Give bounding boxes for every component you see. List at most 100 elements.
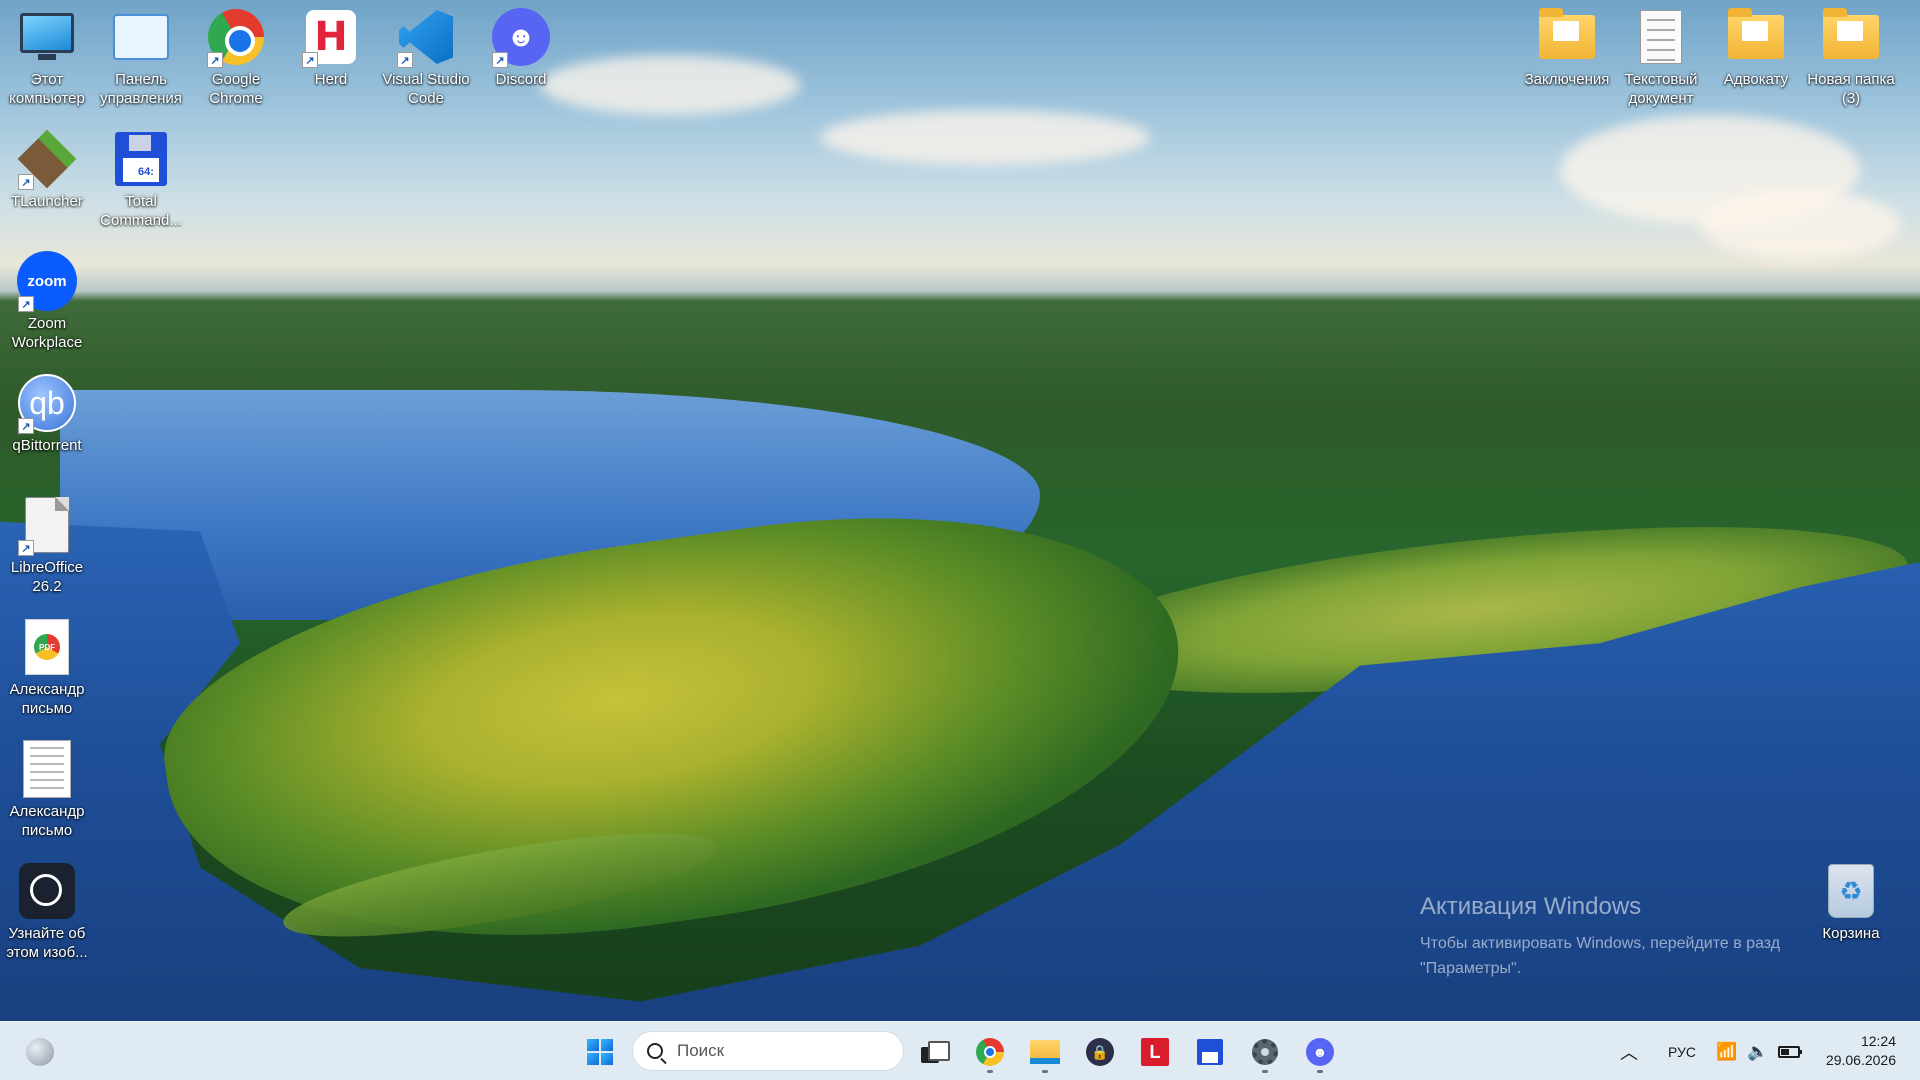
folder-icon — [1536, 6, 1598, 68]
shortcut-arrow-icon: ↗ — [18, 296, 34, 312]
desktop-icon-label: Visual Studio Code — [382, 71, 470, 107]
clock-date: 29.06.2026 — [1825, 1052, 1896, 1068]
desktop-icon-discord[interactable]: ☻ ↗ Discord — [474, 6, 568, 89]
desktop-icon-zoom[interactable]: zoom ↗ Zoom Workplace — [0, 250, 94, 352]
document-file-icon — [16, 738, 78, 800]
desktop-icon-label: Панель управления — [100, 71, 182, 107]
floppy-label: 64: — [138, 166, 154, 178]
file-explorer-icon — [1030, 1040, 1060, 1064]
desktop-icon-learn-about-picture[interactable]: Узнайте об этом изоб... — [0, 860, 94, 962]
desktop-icon-label: Discord — [495, 71, 547, 88]
tlauncher-icon: ↗ — [16, 128, 78, 190]
zoom-icon: zoom ↗ — [16, 250, 78, 312]
desktop-icon-label: Google Chrome — [209, 71, 263, 107]
libreoffice-icon: ↗ — [16, 494, 78, 556]
input-language-indicator[interactable]: РУС — [1668, 1022, 1696, 1080]
learn-about-picture-icon — [16, 860, 78, 922]
chevron-up-icon: ︿ — [1620, 1042, 1638, 1063]
control-panel-icon — [110, 6, 172, 68]
desktop-icon-vscode[interactable]: ↗ Visual Studio Code — [379, 6, 473, 108]
taskbar-chrome[interactable] — [968, 1030, 1012, 1074]
wallpaper-cloud — [540, 55, 800, 115]
desktop-icon-label: Александр письмо — [9, 681, 85, 717]
desktop[interactable]: Этот компьютер Панель управления ↗ Googl… — [0, 0, 1920, 1021]
taskbar-total-commander[interactable] — [1188, 1030, 1232, 1074]
desktop-icon-label: TLauncher — [11, 193, 83, 210]
desktop-icon-tlauncher[interactable]: ↗ TLauncher — [0, 128, 94, 211]
gear-icon — [1252, 1039, 1278, 1065]
desktop-icon-folder-lawyer[interactable]: Адвокату — [1709, 6, 1803, 89]
herd-icon: H ↗ — [300, 6, 362, 68]
desktop-icon-chrome[interactable]: ↗ Google Chrome — [189, 6, 283, 108]
windows-logo-icon — [587, 1039, 613, 1065]
taskbar-file-explorer[interactable] — [1023, 1030, 1067, 1074]
desktop-icon-herd[interactable]: H ↗ Herd — [284, 6, 378, 89]
chrome-icon — [976, 1038, 1004, 1066]
vscode-icon: ↗ — [395, 6, 457, 68]
taskbar: Поиск 🔒 L ☻ ︿ РУС 📶 🔈 12:24 29.06.2026 — [0, 1021, 1920, 1080]
desktop-icon-label: qBittorrent — [12, 437, 82, 454]
wifi-icon: 📶 — [1716, 1041, 1738, 1061]
desktop-icon-new-folder-3[interactable]: Новая папка (3) — [1804, 6, 1898, 108]
desktop-icon-label: Zoom Workplace — [11, 315, 83, 351]
volume-icon: 🔈 — [1747, 1041, 1769, 1061]
discord-icon: ☻ — [1306, 1038, 1334, 1066]
desktop-icon-control-panel[interactable]: Панель управления — [94, 6, 188, 108]
running-indicator — [1262, 1070, 1268, 1073]
running-indicator — [987, 1070, 993, 1073]
folder-icon — [1725, 6, 1787, 68]
desktop-icon-label: Текстовый документ — [1624, 71, 1698, 107]
running-indicator — [1317, 1070, 1323, 1073]
activation-line-2: "Параметры". — [1420, 960, 1522, 977]
system-tray-status[interactable]: 📶 🔈 — [1716, 1022, 1803, 1080]
desktop-icon-total-commander[interactable]: 64: Total Command... — [94, 128, 188, 230]
chrome-icon: ↗ — [205, 6, 267, 68]
taskbar-clock[interactable]: 12:24 29.06.2026 — [1826, 1032, 1896, 1070]
task-view-icon — [921, 1041, 950, 1063]
floppy-disk-icon — [1197, 1039, 1223, 1065]
start-button[interactable] — [578, 1030, 622, 1074]
desktop-icon-label: Herd — [314, 71, 348, 88]
taskbar-settings[interactable] — [1243, 1030, 1287, 1074]
desktop-icon-this-pc[interactable]: Этот компьютер — [0, 6, 94, 108]
desktop-icon-label: Александр письмо — [9, 803, 85, 839]
language-label: РУС — [1668, 1043, 1697, 1060]
desktop-icon-letter-pdf[interactable]: PDF Александр письмо — [0, 616, 94, 718]
l-app-icon: L — [1141, 1038, 1169, 1066]
lock-icon: 🔒 — [1086, 1038, 1114, 1066]
folder-icon — [1820, 6, 1882, 68]
desktop-icon-label: Total Command... — [100, 193, 182, 229]
taskbar-task-view[interactable] — [912, 1030, 956, 1074]
desktop-icon-folder-conclusions[interactable]: Заключения — [1520, 6, 1614, 89]
clock-time: 12:24 — [1860, 1033, 1896, 1049]
shortcut-arrow-icon: ↗ — [18, 540, 34, 556]
total-commander-icon: 64: — [110, 128, 172, 190]
desktop-icon-label: Адвокату — [1723, 71, 1789, 88]
desktop-icon-text-document[interactable]: Текстовый документ — [1614, 6, 1708, 108]
pdf-file-icon: PDF — [16, 616, 78, 678]
shortcut-arrow-icon: ↗ — [18, 418, 34, 434]
desktop-icon-qbittorrent[interactable]: qb ↗ qBittorrent — [0, 372, 94, 455]
widgets-weather-icon[interactable] — [26, 1038, 54, 1066]
battery-icon — [1778, 1045, 1803, 1058]
desktop-icon-letter-doc[interactable]: Александр письмо — [0, 738, 94, 840]
desktop-icon-label: Этот компьютер — [9, 71, 85, 107]
shortcut-arrow-icon: ↗ — [18, 174, 34, 190]
desktop-icon-libreoffice[interactable]: ↗ LibreOffice 26.2 — [0, 494, 94, 596]
activation-watermark: Активация Windows Чтобы активировать Win… — [1420, 893, 1780, 981]
recycle-bin-icon: ♻ — [1820, 860, 1882, 922]
computer-icon — [16, 6, 78, 68]
desktop-icon-recycle-bin[interactable]: ♻ Корзина — [1804, 860, 1898, 943]
activation-title: Активация Windows — [1420, 893, 1642, 920]
taskbar-search[interactable]: Поиск — [632, 1031, 904, 1071]
taskbar-discord[interactable]: ☻ — [1298, 1030, 1342, 1074]
desktop-icon-label: Заключения — [1524, 71, 1610, 88]
desktop-icon-label: Корзина — [1822, 925, 1880, 942]
wallpaper-cloud — [820, 110, 1150, 165]
taskbar-vpn[interactable]: 🔒 — [1078, 1030, 1122, 1074]
discord-icon: ☻ ↗ — [490, 6, 552, 68]
taskbar-l-app[interactable]: L — [1133, 1030, 1177, 1074]
show-hidden-icons-button[interactable]: ︿ — [1620, 1022, 1638, 1080]
search-icon — [647, 1043, 663, 1059]
shortcut-arrow-icon: ↗ — [397, 52, 413, 68]
